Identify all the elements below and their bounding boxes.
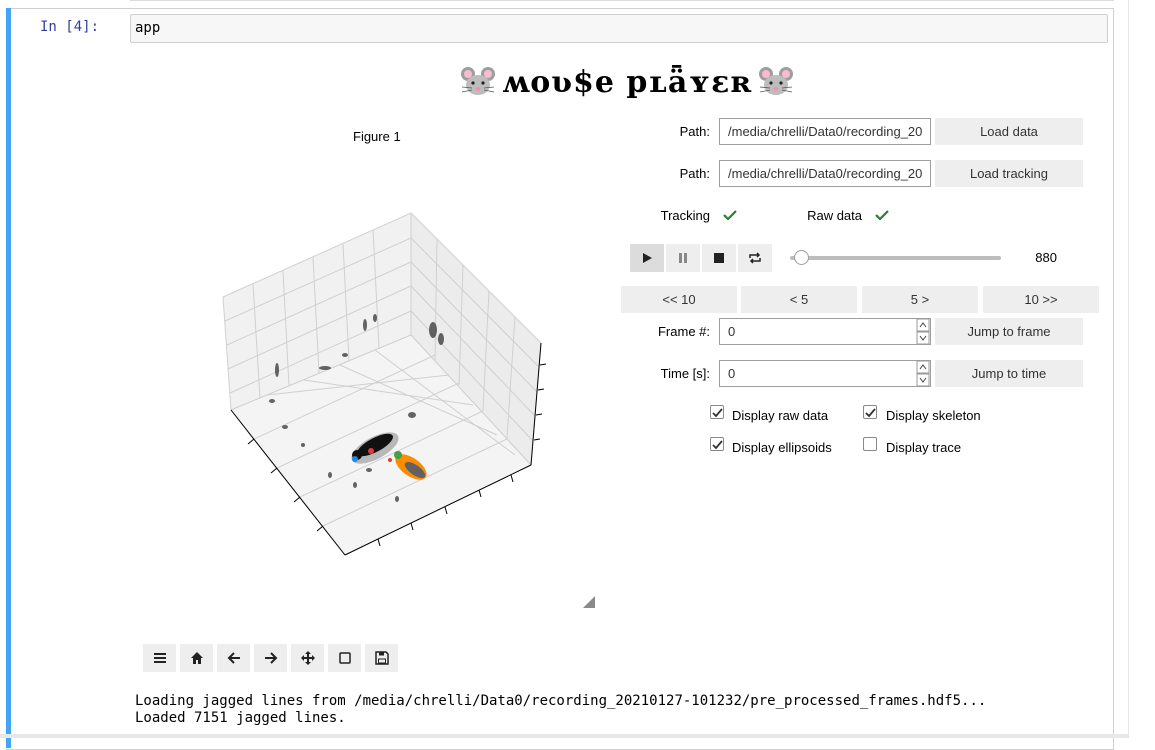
frame-slider-track[interactable] bbox=[790, 256, 1001, 260]
cell-selection-bar bbox=[6, 8, 11, 748]
checkmark-icon bbox=[712, 440, 723, 450]
app-title-text: ʍoʋ$e pʟǟʏɛʀ bbox=[502, 64, 753, 100]
time-spinner-icon[interactable] bbox=[916, 360, 930, 387]
frame-number-label: Frame #: bbox=[657, 324, 710, 339]
load-tracking-button[interactable]: Load tracking bbox=[935, 160, 1083, 187]
rawdata-check-icon bbox=[875, 210, 889, 220]
tracking-path-input[interactable]: /media/chrelli/Data0/recording_20 bbox=[719, 160, 931, 187]
display-skeleton-label: Display skeleton bbox=[886, 408, 981, 423]
forward-arrow-icon bbox=[264, 652, 277, 664]
repeat-icon bbox=[749, 252, 761, 264]
cell-output: Loading jagged lines from /media/chrelli… bbox=[135, 693, 986, 727]
frame-slider-handle[interactable] bbox=[794, 250, 809, 265]
frame-readout: 880 bbox=[1035, 250, 1057, 265]
stop-button[interactable] bbox=[702, 244, 736, 272]
rawdata-status-label: Raw data bbox=[807, 208, 862, 223]
figure-label: Figure 1 bbox=[353, 129, 401, 144]
jump-to-time-button[interactable]: Jump to time bbox=[935, 360, 1083, 387]
jump-to-frame-button[interactable]: Jump to frame bbox=[935, 318, 1083, 345]
zoom-rect-button[interactable] bbox=[328, 644, 361, 672]
horizontal-scrollbar[interactable] bbox=[0, 734, 1128, 738]
repeat-button[interactable] bbox=[738, 244, 772, 272]
mouse-face-icon bbox=[759, 67, 794, 95]
pause-button[interactable] bbox=[666, 244, 700, 272]
menu-icon bbox=[153, 653, 166, 663]
checkmark-icon bbox=[865, 408, 876, 418]
display-skeleton-checkbox[interactable] bbox=[863, 405, 877, 419]
input-prompt: In [4]: bbox=[40, 19, 100, 35]
display-ellipsoids-label: Display ellipsoids bbox=[732, 440, 832, 455]
path-label: Path: bbox=[679, 124, 710, 139]
checkmark-icon bbox=[712, 408, 723, 418]
save-figure-button[interactable] bbox=[365, 644, 398, 672]
3d-point-cloud-plot[interactable] bbox=[215, 205, 555, 565]
app-title: ʍoʋ$e pʟǟʏɛʀ bbox=[460, 62, 794, 102]
home-button[interactable] bbox=[180, 644, 213, 672]
zoom-rect-icon bbox=[338, 652, 351, 664]
time-input[interactable]: 0 bbox=[719, 360, 931, 387]
menu-button[interactable] bbox=[143, 644, 176, 672]
path-label: Path: bbox=[679, 166, 710, 181]
forward-button[interactable] bbox=[254, 644, 287, 672]
play-icon bbox=[643, 253, 652, 263]
time-label: Time [s]: bbox=[660, 366, 710, 381]
figure-resize-handle[interactable] bbox=[583, 596, 595, 608]
step-forward-10-button[interactable]: 10 >> bbox=[983, 286, 1099, 313]
pan-button[interactable] bbox=[291, 644, 324, 672]
frame-spinner-icon[interactable] bbox=[916, 318, 930, 345]
data-path-input[interactable]: /media/chrelli/Data0/recording_20 bbox=[719, 118, 931, 145]
display-trace-label: Display trace bbox=[886, 440, 962, 455]
home-icon bbox=[190, 652, 203, 664]
code-text: app bbox=[135, 20, 161, 36]
stop-icon bbox=[714, 253, 724, 263]
save-icon bbox=[374, 651, 389, 665]
step-back-5-button[interactable]: < 5 bbox=[741, 286, 857, 313]
display-raw-data-label: Display raw data bbox=[732, 408, 829, 423]
tracking-status-label: Tracking bbox=[660, 208, 710, 223]
display-trace-checkbox[interactable] bbox=[863, 437, 877, 451]
display-raw-data-checkbox[interactable] bbox=[710, 405, 724, 419]
frame-number-input[interactable]: 0 bbox=[719, 318, 931, 345]
pan-icon bbox=[300, 651, 315, 665]
code-input[interactable]: app bbox=[130, 14, 1108, 43]
tracking-check-icon bbox=[723, 210, 737, 220]
mouse-face-icon bbox=[461, 67, 495, 95]
previous-cell-border bbox=[130, 0, 1114, 1]
play-button[interactable] bbox=[630, 244, 664, 272]
step-back-10-button[interactable]: << 10 bbox=[621, 286, 737, 313]
display-ellipsoids-checkbox[interactable] bbox=[710, 437, 724, 451]
output-line: Loading jagged lines from /media/chrelli… bbox=[135, 693, 987, 709]
load-data-button[interactable]: Load data bbox=[935, 118, 1083, 145]
output-line: Loaded 7151 jagged lines. bbox=[135, 710, 346, 726]
back-button[interactable] bbox=[217, 644, 250, 672]
vertical-scrollbar[interactable] bbox=[1128, 0, 1155, 738]
pause-icon bbox=[679, 253, 687, 263]
step-forward-5-button[interactable]: 5 > bbox=[862, 286, 978, 313]
back-arrow-icon bbox=[227, 652, 240, 664]
figure-toolbar bbox=[143, 644, 398, 672]
